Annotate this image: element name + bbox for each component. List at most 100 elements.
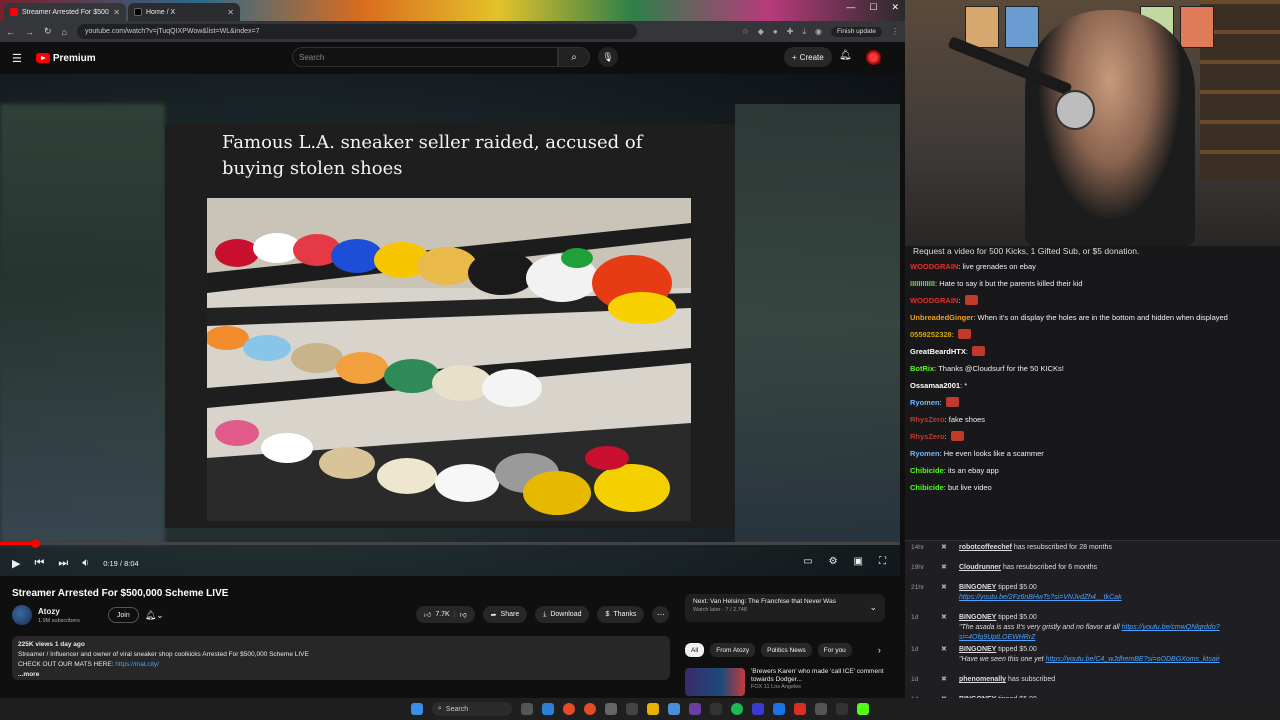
join-button[interactable]: Join xyxy=(107,607,139,623)
extension-icon[interactable]: ● xyxy=(773,27,778,37)
home-icon[interactable]: ⌂ xyxy=(62,27,67,37)
back-icon[interactable]: ← xyxy=(6,27,15,37)
event-username[interactable]: BINGONEY xyxy=(959,584,996,591)
recommended-video[interactable]: 'Brewers Karen' who made 'call ICE' comm… xyxy=(685,668,890,696)
reload-icon[interactable]: ↻ xyxy=(44,26,52,37)
windows-start-icon[interactable] xyxy=(411,703,423,715)
app-icon[interactable] xyxy=(773,703,785,715)
star-icon[interactable]: ☆ xyxy=(742,27,749,37)
up-next-panel[interactable]: Next: Van Helsing: The Franchise that Ne… xyxy=(685,594,885,622)
event-link[interactable]: https://youtu.be/C4_wJdhemBE?si=oODBGXom… xyxy=(1046,656,1220,663)
folder-icon[interactable] xyxy=(647,703,659,715)
progress-bar[interactable] xyxy=(0,539,900,548)
chat-username[interactable]: WOODGRAIN xyxy=(910,296,958,305)
chat-username[interactable]: 0559252328 xyxy=(910,330,952,339)
mats-link[interactable]: https://mat.city/ xyxy=(115,661,159,668)
event-username[interactable]: Cloudrunner xyxy=(959,564,1001,571)
app-icon[interactable] xyxy=(689,703,701,715)
chat-username[interactable]: Ossamaa2001 xyxy=(910,381,960,390)
minimize-icon[interactable]: — xyxy=(846,2,855,13)
like-button[interactable]: 👍︎ 7.7K | 👎︎ xyxy=(416,606,475,623)
search-button[interactable]: ⌕ xyxy=(558,47,590,67)
notifications-icon[interactable]: 🔔︎ xyxy=(839,50,852,61)
fullscreen-icon[interactable]: ⛶ xyxy=(879,556,886,567)
app-icon[interactable] xyxy=(815,703,827,715)
settings-icon[interactable]: ⚙ xyxy=(829,556,838,567)
chrome-icon[interactable] xyxy=(563,703,575,715)
event-username[interactable]: BINGONEY xyxy=(959,646,996,653)
chat-username[interactable]: UnbreadedGinger xyxy=(910,313,973,322)
create-button[interactable]: + Create xyxy=(784,47,832,67)
chat-username[interactable]: IIIIIIIIIIII xyxy=(910,279,935,288)
close-tab-icon[interactable]: ✕ xyxy=(113,8,120,17)
event-link[interactable]: https://youtu.be/2Fz6nBHwTs?si=VNJvdZh4_… xyxy=(959,594,1122,601)
close-tab-icon[interactable]: ✕ xyxy=(227,8,234,17)
event-username[interactable]: BINGONEY xyxy=(959,614,996,621)
download-icon[interactable]: ⤓ xyxy=(802,27,806,37)
next-icon[interactable]: ⏭ xyxy=(58,557,68,570)
event-username[interactable]: robotcoffeechef xyxy=(959,544,1012,551)
share-button[interactable]: ➦ Share xyxy=(482,606,528,623)
chat-username[interactable]: Ryomen xyxy=(910,449,940,458)
chrome-icon[interactable] xyxy=(584,703,596,715)
url-field[interactable]: youtube.com/watch?v=jTuqQIXPWow&list=WL&… xyxy=(76,24,637,39)
thanks-button[interactable]: $ Thanks xyxy=(597,606,645,623)
app-icon[interactable] xyxy=(668,703,680,715)
captions-icon[interactable]: ▭ xyxy=(803,556,812,567)
channel-avatar[interactable] xyxy=(12,605,32,625)
puzzle-icon[interactable]: ✚ xyxy=(787,27,794,37)
maximize-icon[interactable]: ☐ xyxy=(869,2,877,13)
chat-username[interactable]: BotRix xyxy=(910,364,934,373)
chat-username[interactable]: GreatBeardHTX xyxy=(910,347,966,356)
chip-politics-news[interactable]: Politics News xyxy=(761,643,812,657)
play-icon[interactable]: ▶ xyxy=(12,557,20,570)
extension-icon[interactable]: ◆ xyxy=(758,27,764,37)
chip-from-atozy[interactable]: From Atozy xyxy=(710,643,756,657)
forward-icon[interactable]: → xyxy=(25,27,34,37)
event-username[interactable]: phenomenally xyxy=(959,676,1006,683)
chat-username[interactable]: Chibicide xyxy=(910,466,944,475)
spotify-icon[interactable] xyxy=(731,703,743,715)
taskbar-search[interactable]: ⌕ Search xyxy=(432,702,512,716)
edge-icon[interactable] xyxy=(542,703,554,715)
search-input[interactable]: Search xyxy=(292,47,558,67)
channel-name[interactable]: Atozy xyxy=(38,607,80,616)
chat-username[interactable]: Ryomen xyxy=(910,398,940,407)
subscribe-bell-icon[interactable]: 🔔︎⌄ xyxy=(145,610,164,621)
event-text: tipped $5.00 xyxy=(996,646,1037,653)
tab-x[interactable]: Home / X ✕ xyxy=(128,3,240,21)
profile-icon[interactable]: ◉ xyxy=(815,27,822,37)
more-actions-icon[interactable]: ⋯ xyxy=(652,606,670,623)
app-icon[interactable] xyxy=(626,703,638,715)
kick-icon[interactable] xyxy=(857,703,869,715)
video-description[interactable]: 225K views 1 day ago Streamer / Influenc… xyxy=(12,636,670,680)
voice-search-button[interactable]: 🎙︎ xyxy=(598,47,618,67)
youtube-logo[interactable]: Premium xyxy=(35,53,96,64)
app-icon[interactable] xyxy=(836,703,848,715)
chat-username[interactable]: RhysZero xyxy=(910,415,945,424)
chip-for-you[interactable]: For you xyxy=(817,643,852,657)
previous-icon[interactable]: ⏮ xyxy=(34,557,44,570)
download-button[interactable]: ⤓ Download xyxy=(535,606,590,623)
hamburger-icon[interactable]: ☰ xyxy=(12,52,22,65)
menu-icon[interactable]: ⋮ xyxy=(891,27,899,37)
tab-youtube[interactable]: Streamer Arrested For $500 ✕ xyxy=(4,3,126,21)
chat-username[interactable]: WOODGRAIN xyxy=(910,262,958,271)
close-icon[interactable]: ✕ xyxy=(891,2,899,13)
chip-all[interactable]: All xyxy=(685,643,705,657)
chat-username[interactable]: Chibicide xyxy=(910,483,944,492)
app-icon[interactable] xyxy=(710,703,722,715)
app-icon[interactable] xyxy=(752,703,764,715)
volume-icon[interactable]: 🔉︎ xyxy=(82,557,89,570)
app-icon[interactable] xyxy=(794,703,806,715)
finish-update-button[interactable]: Finish update xyxy=(830,26,882,37)
chevron-down-icon[interactable]: ⌄ xyxy=(869,602,877,613)
chevron-right-icon[interactable]: › xyxy=(878,645,881,655)
task-view-icon[interactable] xyxy=(521,703,533,715)
account-avatar[interactable] xyxy=(866,50,881,65)
miniplayer-icon[interactable]: ▣ xyxy=(854,556,863,567)
thumbs-down-icon[interactable]: 👎︎ xyxy=(460,610,467,619)
show-more-link[interactable]: ...more xyxy=(18,670,664,680)
app-icon[interactable] xyxy=(605,703,617,715)
chat-username[interactable]: RhysZero xyxy=(910,432,945,441)
